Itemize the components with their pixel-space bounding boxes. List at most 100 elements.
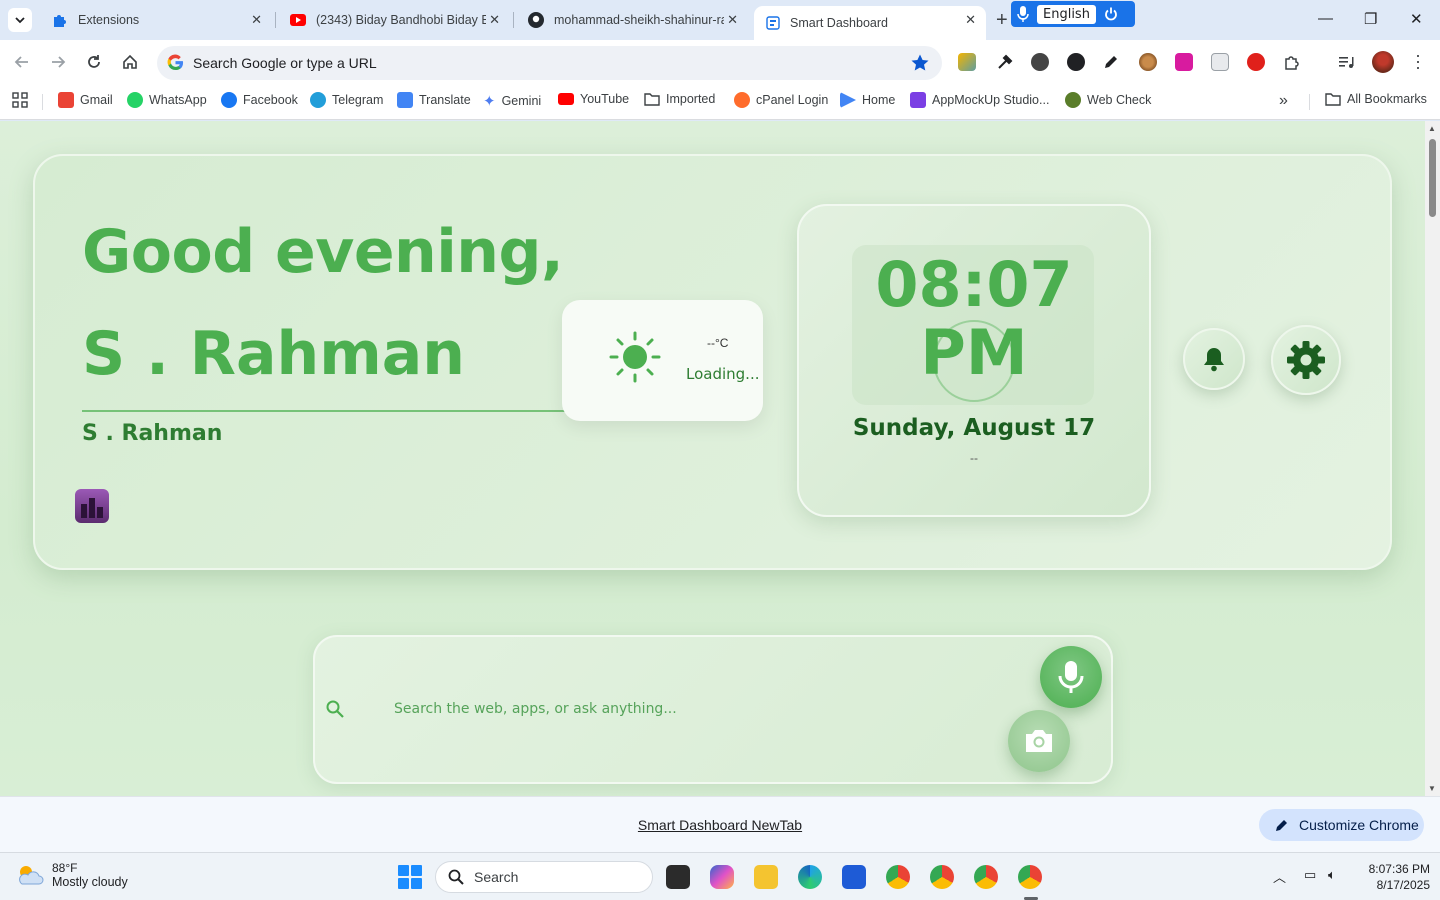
extension-name-link[interactable]: Smart Dashboard NewTab <box>0 817 1440 833</box>
scroll-up-icon[interactable]: ▲ <box>1428 124 1436 133</box>
notifications-button[interactable] <box>1183 328 1245 390</box>
tab-strip: Extensions ✕ (2343) Biday Bandhobi Biday… <box>0 0 1440 40</box>
minimize-icon[interactable]: ― <box>1318 10 1333 27</box>
new-tab-button[interactable]: + <box>996 9 1008 32</box>
back-button[interactable] <box>11 51 33 73</box>
bookmark-home[interactable]: Home <box>840 92 895 108</box>
page-scrollbar[interactable]: ▲ ▼ <box>1425 121 1440 796</box>
weather-status: Loading... <box>686 365 760 383</box>
chrome-profile-icon[interactable] <box>930 865 954 889</box>
network-icon[interactable]: ▭ <box>1304 867 1316 883</box>
bookmark-cpanel[interactable]: cPanel Login <box>734 92 828 108</box>
copilot-icon[interactable] <box>710 865 734 889</box>
taskbar-search[interactable]: Search <box>435 861 653 893</box>
bookmark-gmail[interactable]: Gmail <box>58 92 113 108</box>
voice-search-button[interactable] <box>1040 646 1102 708</box>
close-tab-icon[interactable]: ✕ <box>727 12 738 28</box>
incognito-extension-icon[interactable] <box>1031 53 1049 71</box>
file-explorer-icon[interactable] <box>754 865 778 889</box>
greeting-name: S . Rahman <box>82 319 465 389</box>
customize-chrome-button[interactable]: Customize Chrome <box>1259 809 1424 841</box>
download-extension-icon[interactable] <box>1175 53 1193 71</box>
clipboard-icon[interactable] <box>1211 53 1229 71</box>
tab-search-button[interactable] <box>8 8 32 32</box>
tab-youtube[interactable]: (2343) Biday Bandhobi Biday By ✕ <box>278 6 510 34</box>
apps-grid-icon[interactable] <box>12 92 28 108</box>
close-tab-icon[interactable]: ✕ <box>489 12 500 28</box>
tab-smart-dashboard[interactable]: Smart Dashboard ✕ <box>754 6 986 40</box>
youtube-icon <box>558 93 574 105</box>
extensions-puzzle-icon[interactable] <box>1283 53 1301 71</box>
clock-hours-minutes: 08:07 <box>875 248 1073 321</box>
volume-icon[interactable]: 🔈︎ <box>1328 867 1336 883</box>
bookmark-star-icon[interactable] <box>910 53 930 73</box>
taskbar-clock[interactable]: 8:07:36 PM 8/17/2025 <box>1350 861 1430 893</box>
search-input[interactable] <box>380 696 940 722</box>
extension-user-check-icon[interactable] <box>958 53 976 71</box>
task-view-icon[interactable] <box>666 865 690 889</box>
close-tab-icon[interactable]: ✕ <box>251 12 262 28</box>
more-bookmarks-chevron-icon[interactable]: » <box>1279 92 1288 110</box>
clock-extra: -- <box>970 451 978 465</box>
chrome-active-icon[interactable] <box>1018 865 1042 889</box>
tab-title: (2343) Biday Bandhobi Biday By <box>316 13 486 27</box>
city-icon[interactable] <box>75 489 109 523</box>
arrow-left-icon <box>14 56 28 68</box>
bookmark-youtube[interactable]: YouTube <box>558 92 629 106</box>
home-button[interactable] <box>119 51 141 73</box>
omnibox-placeholder[interactable]: Search Google or type a URL <box>193 55 377 71</box>
customize-chrome-label: Customize Chrome <box>1299 817 1419 833</box>
chrome-profile-icon[interactable] <box>974 865 998 889</box>
microsoft-store-icon[interactable] <box>842 865 866 889</box>
tab-github[interactable]: mohammad-sheikh-shahinur-ra ✕ <box>516 6 748 34</box>
bookmark-label: Home <box>862 93 896 107</box>
bookmark-gemini[interactable]: ✦ Gemini <box>483 92 541 110</box>
weather-card <box>562 300 763 421</box>
scroll-down-icon[interactable]: ▼ <box>1428 784 1436 793</box>
page-icon <box>766 16 780 30</box>
restore-icon[interactable]: ❐ <box>1364 10 1377 28</box>
taskbar-search-label: Search <box>474 869 519 885</box>
taskbar-weather[interactable]: 88°F Mostly cloudy <box>16 861 128 889</box>
chrome-menu-icon[interactable]: · · · <box>1412 46 1424 76</box>
adblock-icon[interactable] <box>1247 53 1265 71</box>
all-bookmarks[interactable]: All Bookmarks <box>1325 92 1427 106</box>
bookmark-web-check[interactable]: Web Check <box>1065 92 1151 108</box>
bookmark-appmockup[interactable]: AppMockUp Studio... <box>910 92 1049 108</box>
media-controls-icon[interactable] <box>1337 53 1355 71</box>
eyedropper-icon[interactable] <box>996 53 1014 71</box>
omnibox[interactable]: Search Google or type a URL <box>157 46 942 80</box>
bookmark-translate[interactable]: Translate <box>397 92 471 108</box>
language-widget[interactable]: English <box>1011 1 1135 27</box>
tab-title: Extensions <box>78 13 140 27</box>
tab-title: Smart Dashboard <box>790 16 888 30</box>
microphone-icon <box>1058 661 1084 693</box>
graduation-cap-icon[interactable] <box>1067 53 1085 71</box>
edge-icon[interactable] <box>798 865 822 889</box>
tab-extensions[interactable]: Extensions ✕ <box>40 6 272 34</box>
bookmark-facebook[interactable]: Facebook <box>221 92 298 108</box>
power-icon[interactable] <box>1104 7 1118 21</box>
gemini-sparkle-icon: ✦ <box>483 93 496 110</box>
chrome-icon[interactable] <box>886 865 910 889</box>
reload-button[interactable] <box>83 51 105 73</box>
user-name: S . Rahman <box>82 421 223 446</box>
forward-button[interactable] <box>47 51 69 73</box>
bookmark-label: Telegram <box>332 93 384 107</box>
close-window-icon[interactable]: ✕ <box>1410 10 1423 28</box>
bell-icon <box>1204 348 1224 372</box>
image-search-button[interactable] <box>1008 710 1070 772</box>
profile-avatar[interactable] <box>1372 51 1394 73</box>
scrollbar-thumb[interactable] <box>1429 139 1436 217</box>
settings-button[interactable] <box>1271 325 1341 395</box>
pencil-icon[interactable] <box>1102 53 1120 71</box>
bookmark-telegram[interactable]: Telegram <box>310 92 383 108</box>
pencil-icon <box>1276 820 1287 831</box>
language-label[interactable]: English <box>1037 4 1096 24</box>
bookmark-folder-imported[interactable]: Imported <box>644 92 715 106</box>
windows-start-icon[interactable] <box>398 865 422 889</box>
bookmark-whatsapp[interactable]: WhatsApp <box>127 92 207 108</box>
close-tab-icon[interactable]: ✕ <box>965 12 976 28</box>
cookie-icon[interactable] <box>1139 53 1157 71</box>
tray-chevron-up-icon[interactable]: ︿ <box>1273 867 1286 886</box>
